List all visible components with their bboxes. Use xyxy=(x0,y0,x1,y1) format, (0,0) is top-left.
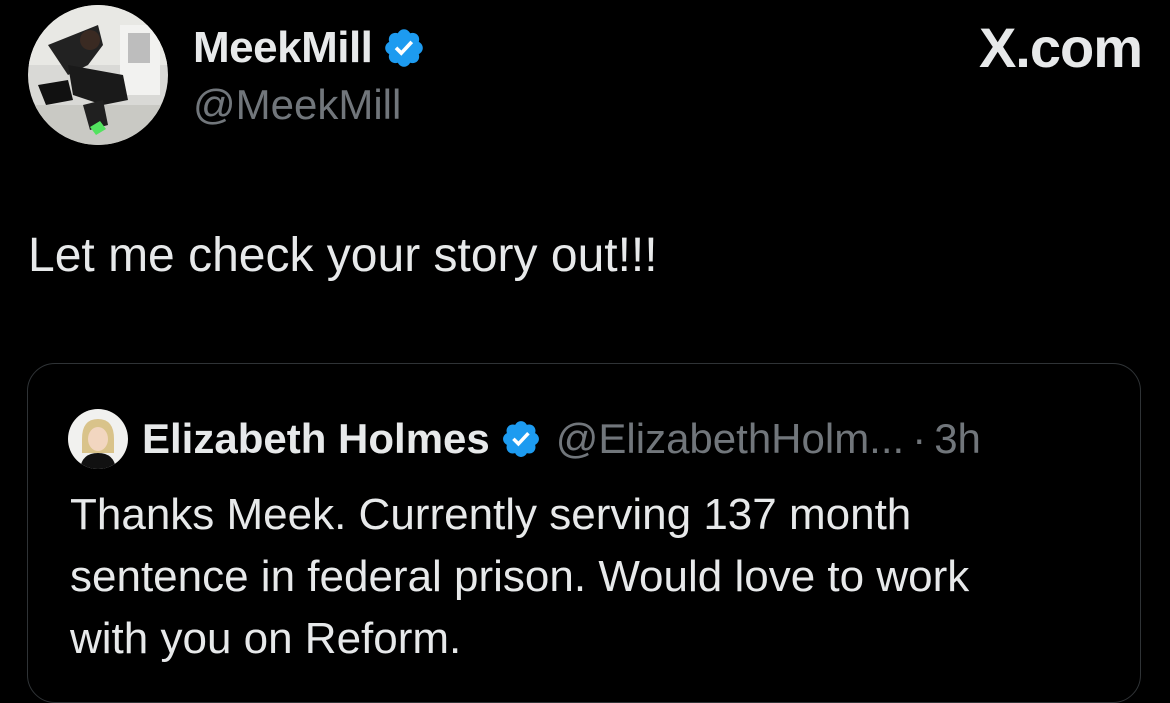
author-avatar[interactable] xyxy=(28,5,168,145)
verified-badge-icon xyxy=(382,26,426,70)
tweet-text: Let me check your story out!!! xyxy=(28,229,658,282)
site-label: X.com xyxy=(978,16,1143,79)
meta-separator: · xyxy=(912,415,927,462)
tweet-header: MeekMill @MeekMill X.com xyxy=(28,5,1143,150)
author-handle[interactable]: @MeekMill xyxy=(193,81,401,129)
quoted-tweet-header: Elizabeth Holmes @ElizabethHolm... · 3h xyxy=(68,409,981,469)
quoted-tweet-card[interactable]: Elizabeth Holmes @ElizabethHolm... · 3h … xyxy=(27,363,1141,703)
quoted-tweet-text: Thanks Meek. Currently serving 137 month… xyxy=(70,484,1110,670)
quoted-tweet-text-line: Thanks Meek. Currently serving 137 month xyxy=(70,490,912,539)
verified-badge-icon xyxy=(500,418,542,460)
quoted-author-avatar[interactable] xyxy=(68,409,128,469)
quoted-tweet-text-line: with you on Reform. xyxy=(70,614,462,663)
quoted-tweet-timestamp[interactable]: 3h xyxy=(934,415,981,463)
quoted-author-display-name[interactable]: Elizabeth Holmes xyxy=(142,415,490,463)
author-name-row: MeekMill xyxy=(193,19,426,77)
author-display-name[interactable]: MeekMill xyxy=(193,23,373,73)
quoted-author-handle[interactable]: @ElizabethHolm... xyxy=(556,415,904,463)
quoted-tweet-text-line: sentence in federal prison. Would love t… xyxy=(70,552,970,601)
